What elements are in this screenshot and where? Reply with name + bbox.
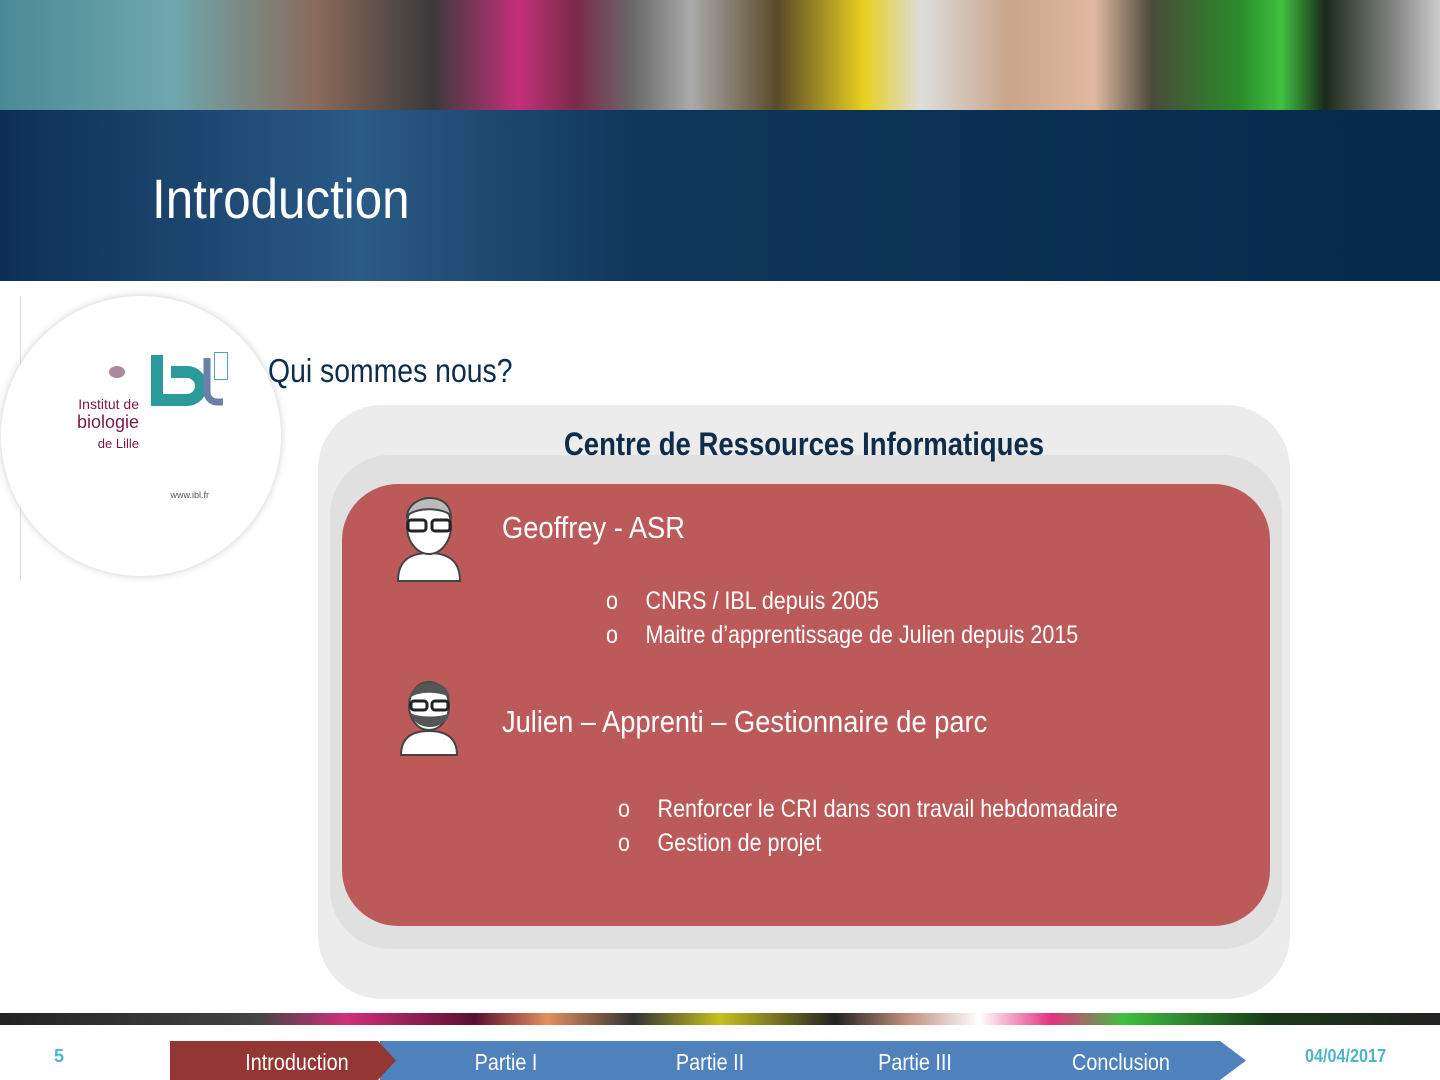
slide-title: Introduction: [152, 167, 410, 230]
geoffrey-avatar-icon: [396, 497, 462, 582]
ibl-logo: Institut de biologie de Lille www.ibl.fr: [1, 296, 296, 580]
nav-item-partie-3[interactable]: Partie III: [846, 1049, 984, 1076]
logo-text: de Lille: [97, 436, 139, 451]
list-item: o Maitre d’apprentissage de Julien depuis…: [606, 621, 1079, 649]
list-item: o CNRS / IBL depuis 2005: [606, 587, 880, 615]
footer-photo-strip: [0, 1013, 1440, 1025]
person-name: Geoffrey - ASR: [502, 510, 685, 545]
logo-text: Institut de: [78, 396, 139, 412]
nav-item-conclusion[interactable]: Conclusion: [1052, 1049, 1190, 1076]
nav-item-partie-1[interactable]: Partie I: [437, 1049, 575, 1076]
nav-item-partie-2[interactable]: Partie II: [641, 1049, 779, 1076]
julien-avatar-icon: [399, 681, 459, 756]
slide-date: 04/04/2017: [1305, 1046, 1387, 1066]
header-photo-banner: [0, 0, 1440, 110]
bullet-icon: [214, 352, 228, 380]
list-item: o Renforcer le CRI dans son travail hebdo…: [618, 795, 1118, 823]
nav-item-introduction[interactable]: Introduction: [228, 1049, 366, 1076]
bullet-text: Qui sommes nous?: [268, 352, 513, 389]
list-item: o Gestion de projet: [618, 829, 822, 857]
cri-title: Centre de Ressources Informatiques: [563, 426, 1045, 462]
logo-text: biologie: [76, 412, 139, 432]
logo-url: www.ibl.fr: [170, 490, 209, 500]
person-name: Julien – Apprenti – Gestionnaire de parc: [502, 704, 988, 739]
page-number: 5: [54, 1046, 65, 1066]
